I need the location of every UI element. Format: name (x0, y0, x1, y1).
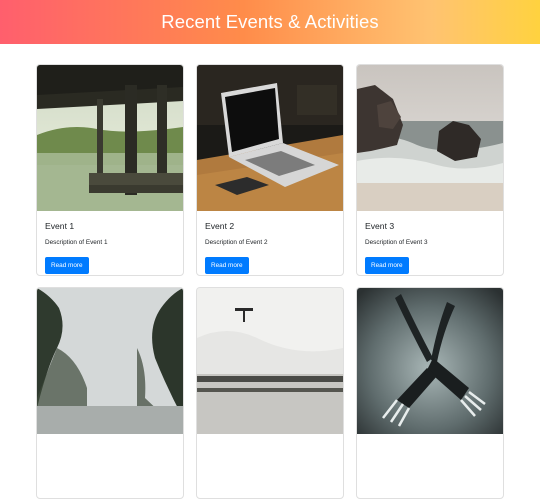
read-more-button[interactable]: Read more (365, 257, 409, 274)
event-image-2 (197, 65, 343, 211)
event-title: Event 3 (365, 221, 395, 231)
event-card-5 (196, 287, 344, 499)
event-description: Description of Event 3 (365, 239, 428, 246)
event-card-2: Event 2 Description of Event 2 Read more (196, 64, 344, 276)
event-title: Event 1 (45, 221, 75, 231)
event-description: Description of Event 1 (45, 239, 108, 246)
event-card-3: Event 3 Description of Event 3 Read more (356, 64, 504, 276)
foggy-trees-road-photo (37, 288, 183, 434)
laptop-desk-photo (197, 65, 343, 211)
event-description: Description of Event 2 (205, 239, 268, 246)
event-image-4 (37, 288, 183, 434)
event-image-5 (197, 288, 343, 434)
event-image-1 (37, 65, 183, 211)
event-card-4 (36, 287, 184, 499)
event-card-1: Event 1 Description of Event 1 Read more (36, 64, 184, 276)
page-header: Recent Events & Activities (0, 0, 540, 44)
event-image-3 (357, 65, 503, 211)
read-more-button[interactable]: Read more (45, 257, 89, 274)
page-title: Recent Events & Activities (161, 11, 379, 32)
event-image-6 (357, 288, 503, 434)
pier-lake-photo (37, 65, 183, 211)
beach-rocks-photo (357, 65, 503, 211)
event-card-6 (356, 287, 504, 499)
snow-bench-photo (197, 288, 343, 434)
read-more-button[interactable]: Read more (205, 257, 249, 274)
event-title: Event 2 (205, 221, 235, 231)
forks-closeup-photo (357, 288, 503, 434)
